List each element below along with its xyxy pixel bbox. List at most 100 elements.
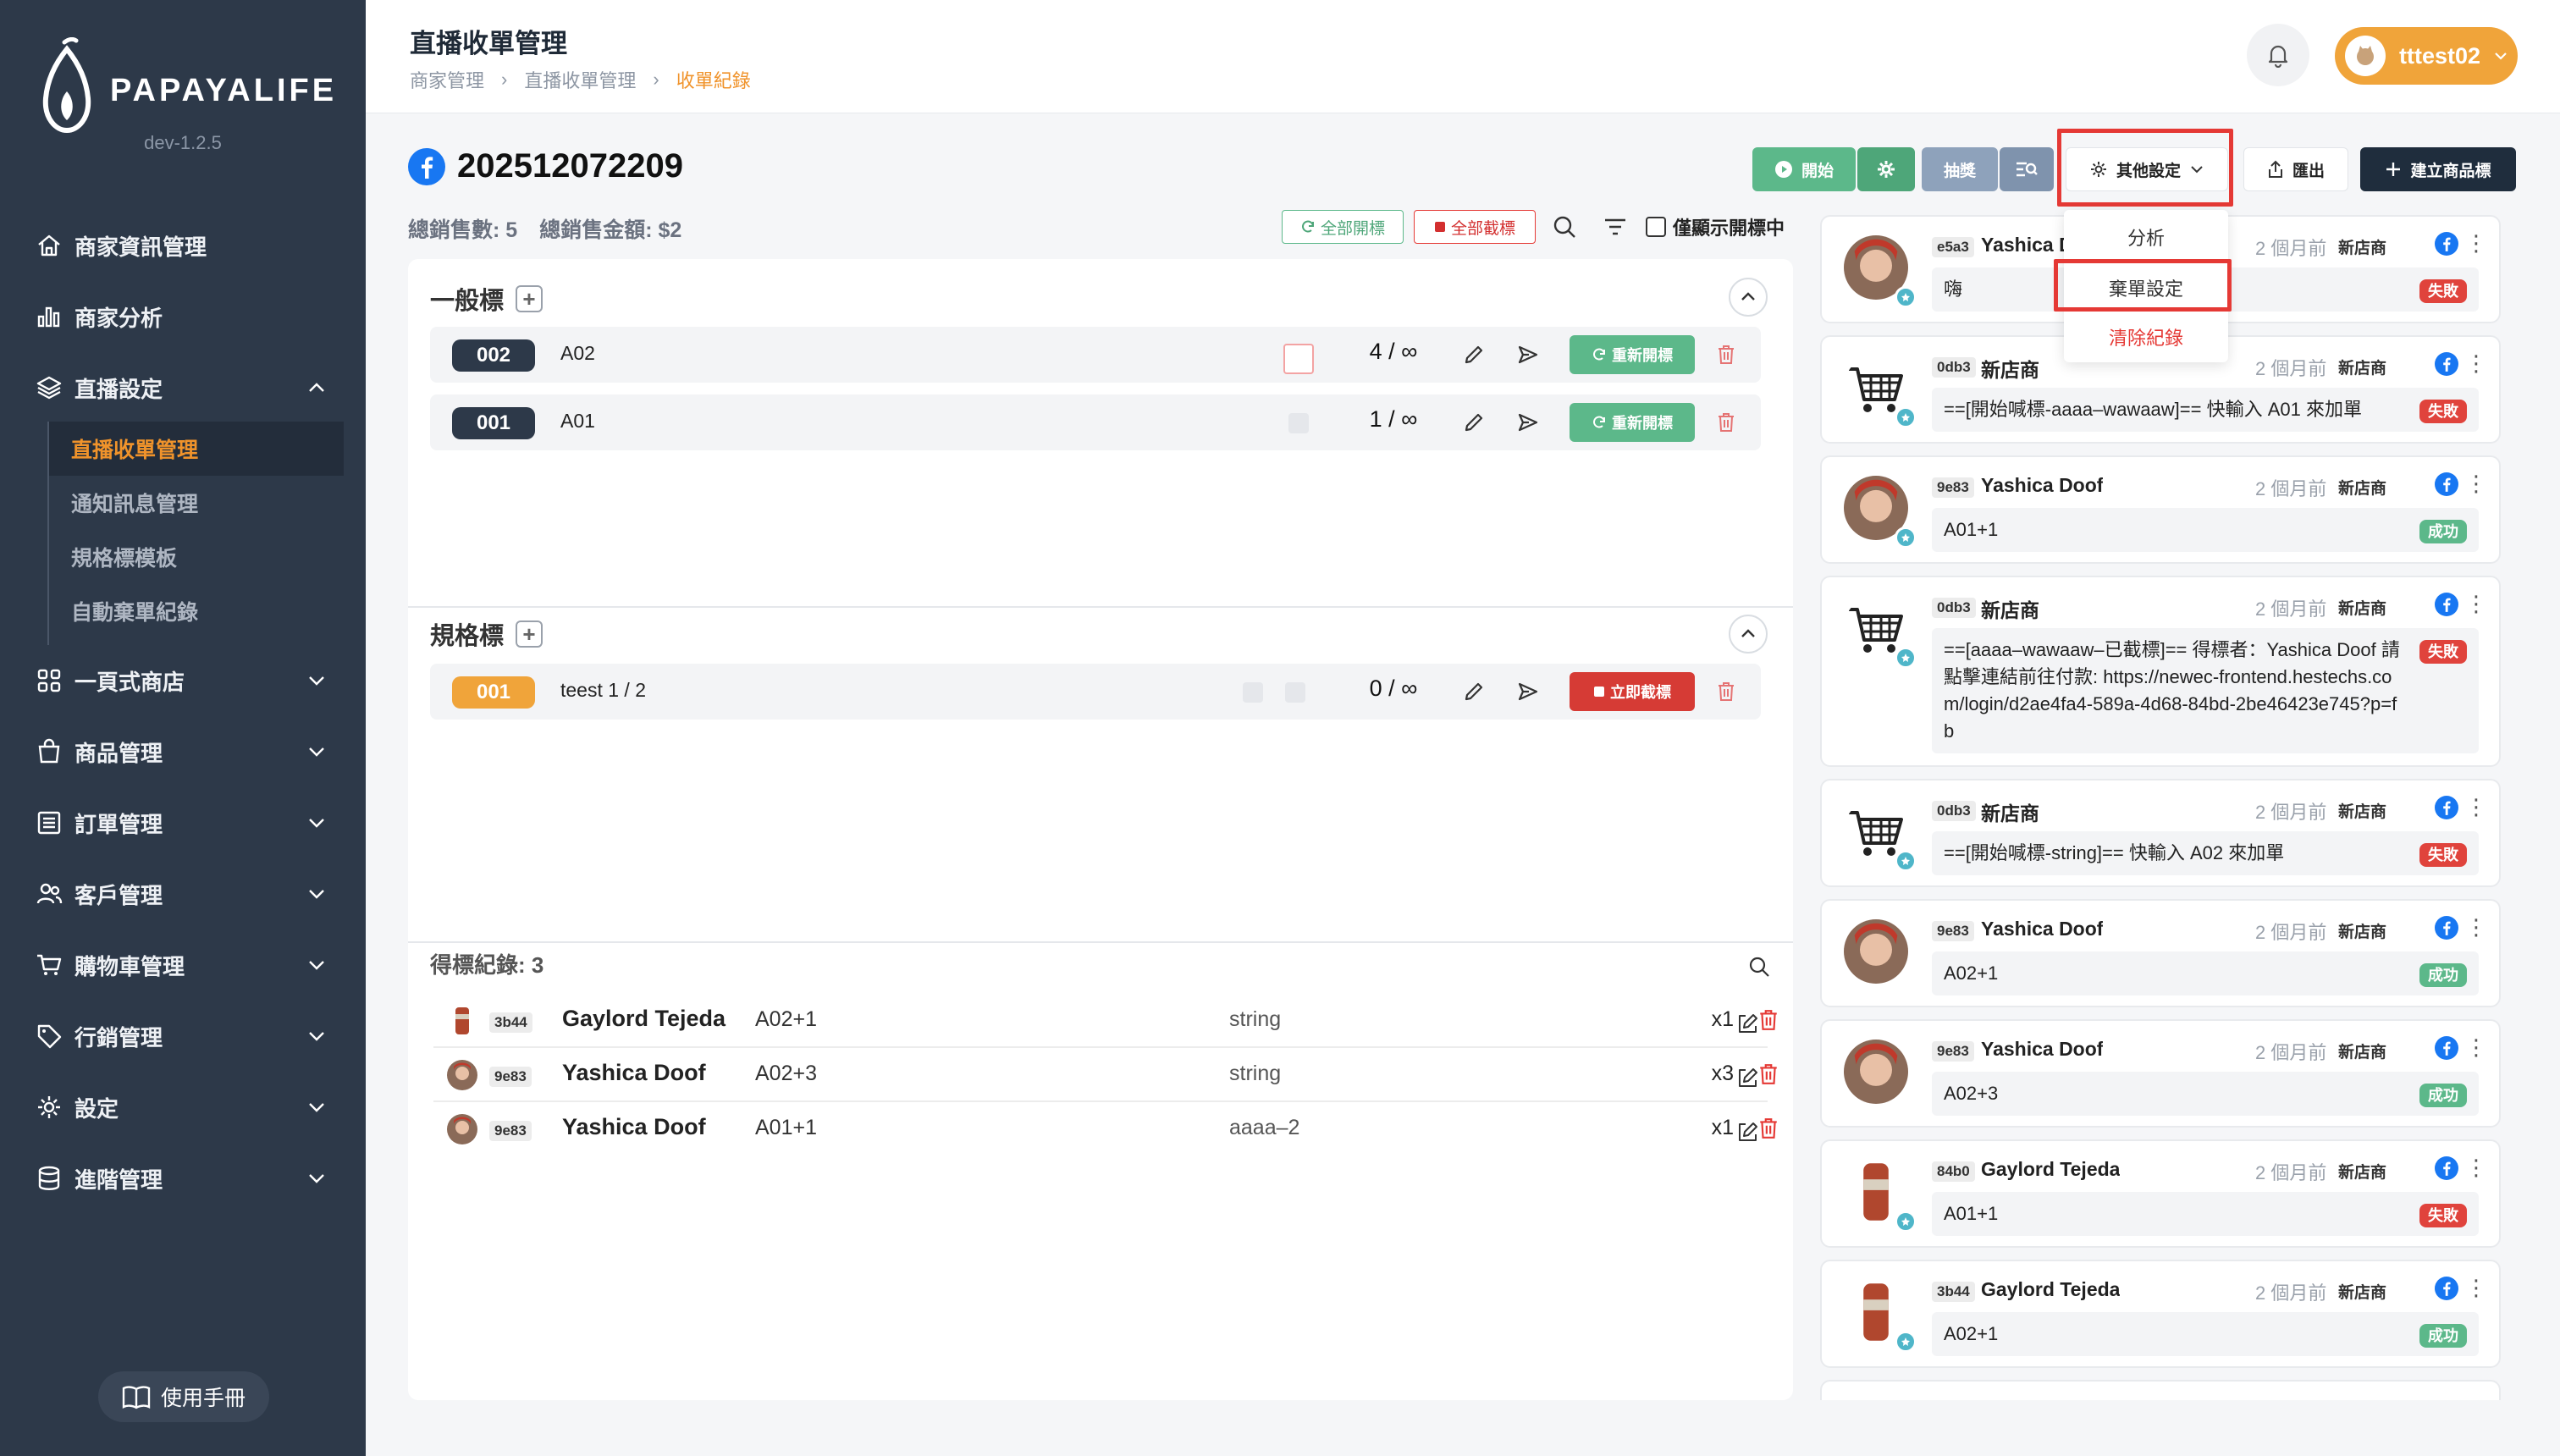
search-list-button[interactable] <box>2000 147 2054 191</box>
dropdown-item-abandon-settings[interactable]: 棄單設定 <box>2064 274 2228 301</box>
dropdown-item-clear-records[interactable]: 清除紀錄 <box>2064 323 2228 350</box>
send-button[interactable] <box>1515 342 1541 367</box>
edit-button[interactable] <box>1461 342 1487 367</box>
more-options-icon[interactable]: ⋮ <box>2465 350 2487 378</box>
notification-button[interactable] <box>2247 24 2309 86</box>
only-open-checkbox[interactable] <box>1646 217 1666 237</box>
sidebar-item-marketing[interactable]: 行銷管理 <box>0 1001 366 1072</box>
add-general-tag-button[interactable]: + <box>516 285 543 312</box>
start-button[interactable]: 開始 <box>1752 147 1856 191</box>
create-tag-button[interactable]: 建立商品標 <box>2360 147 2516 191</box>
person-avatar-icon <box>1844 1040 1908 1104</box>
other-settings-button[interactable]: 其他設定 <box>2066 147 2228 191</box>
sidebar-item-carts[interactable]: 購物車管理 <box>0 929 366 1001</box>
comment-card[interactable]: 84b0 Gaylord Tejeda 2 個月前 新店商 ⋮ A01+1 失敗 <box>1820 1139 2501 1248</box>
user-id-badge: 9e83 <box>1932 477 1974 498</box>
collapse-spec-button[interactable] <box>1729 615 1768 654</box>
sidebar-item-settings[interactable]: 設定 <box>0 1072 366 1143</box>
sidebar-subitem-spec-templates[interactable]: 規格標模板 <box>49 530 366 584</box>
breadcrumb-item[interactable]: 商家管理 <box>410 66 484 93</box>
comment-card[interactable]: 0db3 新店商 2 個月前 新店商 ⋮ ==[aaaa–wawaaw–已截標]… <box>1820 576 2501 767</box>
sidebar-subitem-auto-abandon[interactable]: 自動棄單紀錄 <box>49 584 366 638</box>
sidebar-item-merchant-info[interactable]: 商家資訊管理 <box>0 210 366 281</box>
sidebar-item-one-page-store[interactable]: 一頁式商店 <box>0 645 366 716</box>
comment-card-partial[interactable] <box>1820 1380 2501 1400</box>
winners-search-button[interactable] <box>1744 951 1774 982</box>
more-options-icon[interactable]: ⋮ <box>2465 914 2487 941</box>
tag-panel: 一般標 + 002 A02 4 / ∞ 重新開標 001 A01 1 / ∞ 重… <box>408 259 1793 1400</box>
general-tag-row[interactable]: 002 A02 4 / ∞ 重新開標 <box>430 327 1761 383</box>
send-button[interactable] <box>1515 410 1541 435</box>
chevron-down-icon <box>309 819 324 828</box>
collapse-general-button[interactable] <box>1729 278 1768 317</box>
user-menu-button[interactable]: tttest02 <box>2335 27 2518 85</box>
search-button[interactable] <box>1549 212 1580 242</box>
close-all-button[interactable]: 全部截標 <box>1414 210 1536 244</box>
only-open-filter[interactable]: 僅顯示開標中 <box>1646 213 1785 240</box>
sidebar-item-products[interactable]: 商品管理 <box>0 716 366 787</box>
user-manual-label: 使用手冊 <box>160 1387 246 1410</box>
store-name: 新店商 <box>2338 1164 2387 1182</box>
delete-button[interactable] <box>1713 679 1739 704</box>
tag-indicator <box>1288 413 1309 433</box>
store-name: 新店商 <box>2338 1284 2387 1302</box>
avatar <box>447 1060 477 1090</box>
stream-settings-button[interactable] <box>1857 147 1915 191</box>
spec-tag-row[interactable]: 001 teest 1 / 2 0 / ∞ 立即截標 <box>430 664 1761 720</box>
pencil-icon <box>1465 345 1483 364</box>
edit-button[interactable] <box>1461 410 1487 435</box>
layers-icon <box>36 376 62 400</box>
play-icon <box>1774 161 1792 178</box>
more-options-icon[interactable]: ⋮ <box>2465 1155 2487 1182</box>
filter-button[interactable] <box>1600 212 1630 242</box>
delete-button[interactable] <box>1713 410 1739 435</box>
winner-row[interactable]: 9e83 Yashica Doof A02+3 string x3 <box>433 1048 1777 1102</box>
more-options-icon[interactable]: ⋮ <box>2465 471 2487 498</box>
dropdown-item-analysis[interactable]: 分析 <box>2064 223 2228 251</box>
more-options-icon[interactable]: ⋮ <box>2465 230 2487 257</box>
sidebar: PAPAYALIFE dev-1.2.5 商家資訊管理 商家分析 直播設定 直播… <box>0 0 366 1456</box>
more-options-icon[interactable]: ⋮ <box>2465 1034 2487 1062</box>
send-icon <box>1518 345 1538 364</box>
edit-winner-button[interactable] <box>1732 1117 1763 1148</box>
winner-row[interactable]: 3b44 Gaylord Tejeda A02+1 string x1 <box>433 994 1777 1048</box>
open-all-button[interactable]: 全部開標 <box>1282 210 1404 244</box>
sidebar-item-analytics[interactable]: 商家分析 <box>0 281 366 352</box>
sidebar-item-label: 一頁式商店 <box>74 669 185 695</box>
more-options-icon[interactable]: ⋮ <box>2465 794 2487 821</box>
store-name: 新店商 <box>2338 1044 2387 1062</box>
close-now-button[interactable]: 立即截標 <box>1570 672 1695 711</box>
edit-button[interactable] <box>1461 679 1487 704</box>
comment-card[interactable]: 9e83 Yashica Doof 2 個月前 新店商 ⋮ A01+1 成功 <box>1820 455 2501 564</box>
chevron-down-icon <box>309 1174 324 1183</box>
sidebar-subitem-notifications[interactable]: 通知訊息管理 <box>49 476 366 530</box>
comment-time: 2 個月前 <box>2255 598 2327 620</box>
sidebar-item-orders[interactable]: 訂單管理 <box>0 787 366 858</box>
more-options-icon[interactable]: ⋮ <box>2465 1275 2487 1302</box>
breadcrumb-item[interactable]: 直播收單管理 <box>524 66 636 93</box>
general-tag-row[interactable]: 001 A01 1 / ∞ 重新開標 <box>430 394 1761 450</box>
comment-card[interactable]: 3b44 Gaylord Tejeda 2 個月前 新店商 ⋮ A02+1 成功 <box>1820 1260 2501 1368</box>
add-spec-tag-button[interactable]: + <box>516 620 543 648</box>
brand-name: PAPAYALIFE <box>110 72 338 108</box>
winner-row[interactable]: 9e83 Yashica Doof A01+1 aaaa–2 x1 <box>433 1102 1777 1156</box>
delete-button[interactable] <box>1713 342 1739 367</box>
edit-winner-button[interactable] <box>1732 1009 1763 1040</box>
user-manual-button[interactable]: 使用手冊 <box>98 1371 269 1422</box>
sidebar-subitem-live-orders[interactable]: 直播收單管理 <box>49 422 344 476</box>
reopen-button[interactable]: 重新開標 <box>1570 403 1695 442</box>
comment-card[interactable]: 9e83 Yashica Doof 2 個月前 新店商 ⋮ A02+3 成功 <box>1820 1019 2501 1128</box>
export-button[interactable]: 匯出 <box>2243 147 2348 191</box>
more-options-icon[interactable]: ⋮ <box>2465 591 2487 618</box>
lottery-button[interactable]: 抽獎 <box>1922 147 1998 191</box>
reopen-button[interactable]: 重新開標 <box>1570 335 1695 374</box>
send-button[interactable] <box>1515 679 1541 704</box>
brand-logo[interactable]: PAPAYALIFE <box>39 37 337 135</box>
sidebar-item-customers[interactable]: 客戶管理 <box>0 858 366 929</box>
sidebar-item-advanced[interactable]: 進階管理 <box>0 1143 366 1214</box>
comment-card[interactable]: 9e83 Yashica Doof 2 個月前 新店商 ⋮ A02+1 成功 <box>1820 899 2501 1007</box>
sidebar-item-label: 商家分析 <box>74 305 163 331</box>
edit-winner-button[interactable] <box>1732 1063 1763 1094</box>
sidebar-item-live-settings[interactable]: 直播設定 <box>0 352 366 423</box>
comment-card[interactable]: 0db3 新店商 2 個月前 新店商 ⋮ ==[開始喊標-string]== 快… <box>1820 779 2501 887</box>
